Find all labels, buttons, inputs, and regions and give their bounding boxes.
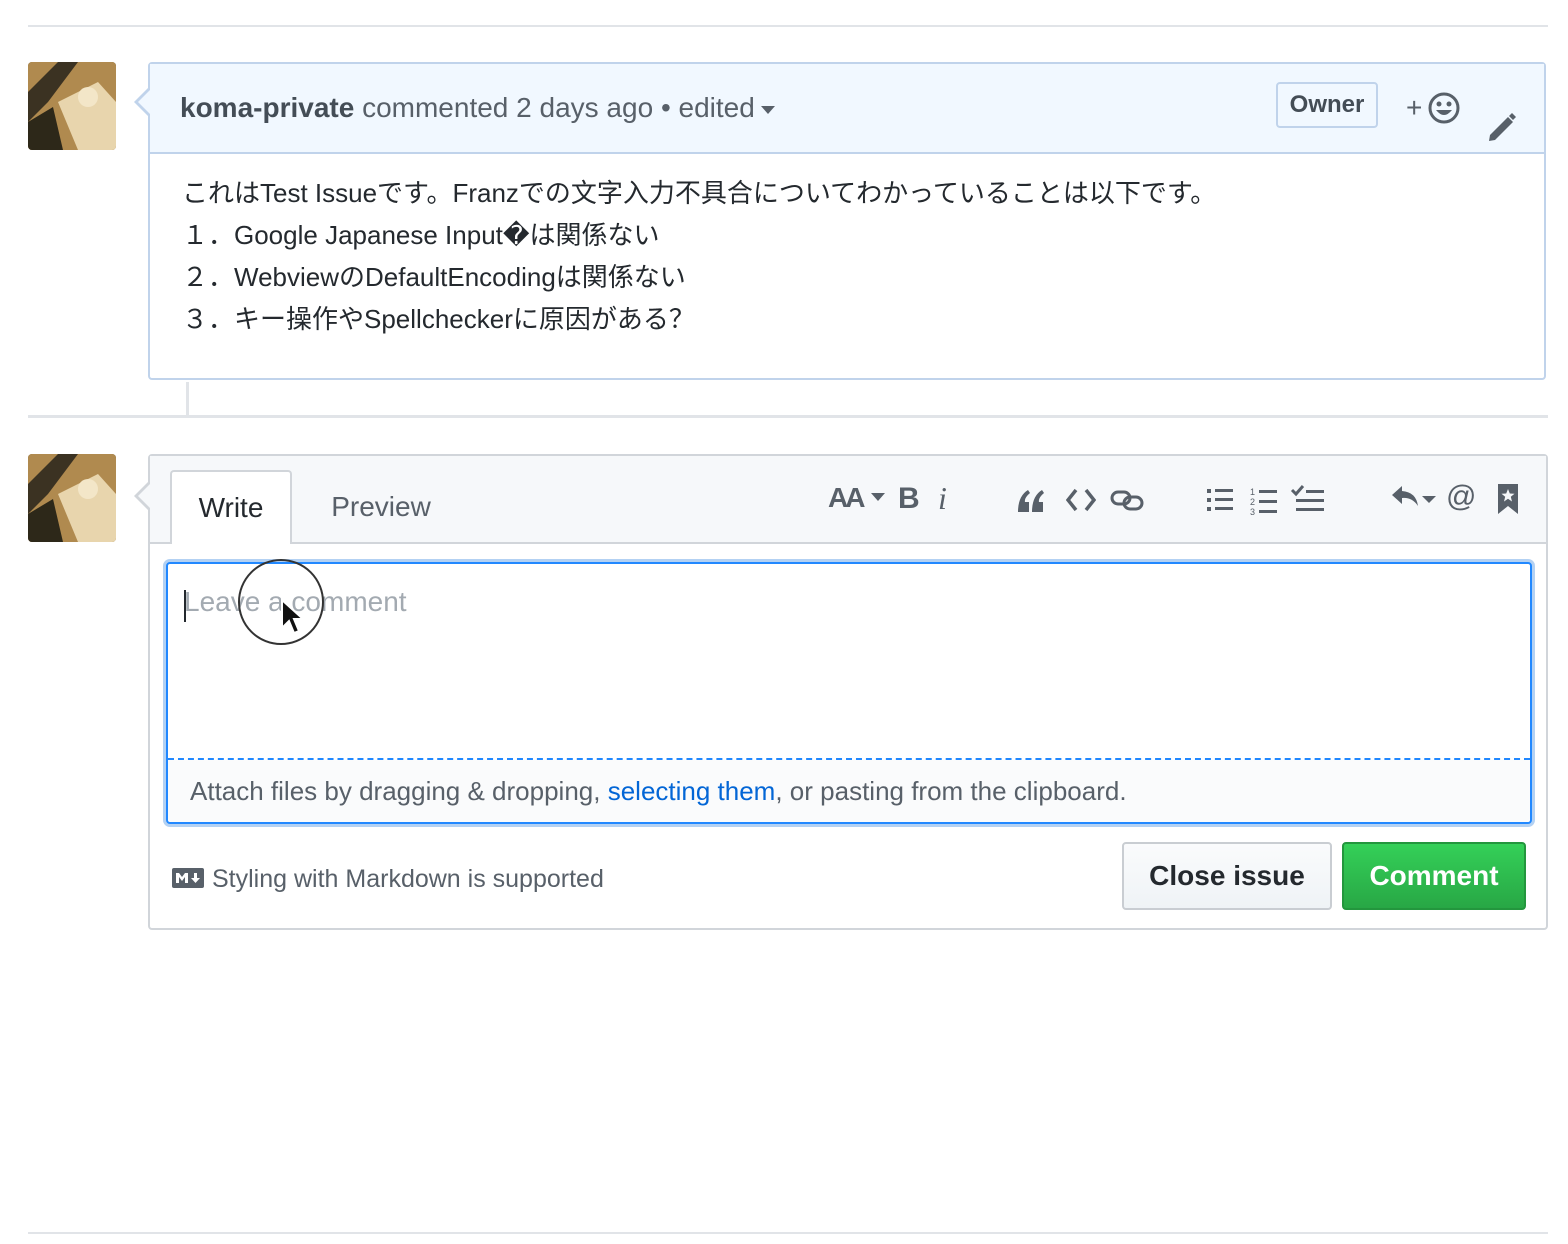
comment-line: これはTest Issueです。Franzでの文字入力不具合についてわかっている… bbox=[182, 178, 1217, 208]
heading-button[interactable]: AA bbox=[828, 482, 885, 522]
chevron-down-icon bbox=[760, 105, 775, 114]
task-list-button[interactable] bbox=[1290, 484, 1326, 524]
add-reaction-button[interactable]: + bbox=[1406, 90, 1462, 126]
tab-write[interactable]: Write bbox=[170, 470, 292, 544]
comment-line: ３．キー操作やSpellcheckerに原因がある？ bbox=[182, 304, 695, 334]
issue-comment: koma-private commented 2 days ago • edit… bbox=[134, 62, 1546, 380]
smiley-icon bbox=[1428, 92, 1460, 124]
top-divider bbox=[28, 25, 1548, 27]
unordered-list-icon bbox=[1207, 489, 1233, 511]
comment-time[interactable]: 2 days ago bbox=[516, 92, 653, 123]
svg-text:2: 2 bbox=[1250, 497, 1255, 507]
task-list-icon bbox=[1290, 485, 1324, 511]
link-icon bbox=[1110, 490, 1144, 511]
svg-text:3: 3 bbox=[1250, 507, 1255, 516]
mouse-pointer-icon bbox=[280, 597, 306, 641]
markdown-icon bbox=[172, 868, 204, 889]
mention-button[interactable]: @ bbox=[1446, 480, 1476, 520]
avatar-image bbox=[28, 454, 116, 542]
comment-textarea[interactable] bbox=[168, 564, 1530, 760]
quote-icon bbox=[1018, 490, 1044, 512]
svg-text:1: 1 bbox=[1250, 487, 1255, 497]
edit-comment-button[interactable] bbox=[1486, 90, 1516, 178]
markdown-note: Styling with Markdown is supported bbox=[212, 865, 604, 893]
comment-textarea-wrapper: Attach files by dragging & dropping, sel… bbox=[166, 562, 1532, 824]
pencil-icon bbox=[1489, 113, 1516, 141]
new-comment-form: Write Preview AA B i 1 2 3 @ Leave a com… bbox=[134, 454, 1548, 930]
edited-label: edited bbox=[678, 92, 755, 123]
code-button[interactable] bbox=[1066, 486, 1096, 526]
chevron-down-icon bbox=[870, 493, 885, 501]
comment-line: １．Google Japanese Input�は関係ない bbox=[182, 220, 660, 250]
bottom-divider bbox=[28, 1232, 1548, 1234]
saved-replies-button[interactable] bbox=[1496, 482, 1520, 522]
text-caret bbox=[184, 590, 186, 622]
reaction-plus: + bbox=[1406, 92, 1423, 123]
reply-icon bbox=[1392, 486, 1436, 506]
tab-preview[interactable]: Preview bbox=[326, 470, 436, 544]
edited-dropdown[interactable]: edited bbox=[679, 92, 775, 123]
ordered-list-button[interactable]: 1 2 3 bbox=[1250, 486, 1278, 526]
comment-button[interactable]: Comment bbox=[1342, 842, 1526, 910]
owner-badge: Owner bbox=[1276, 82, 1378, 128]
quote-button[interactable] bbox=[1016, 486, 1046, 526]
avatar[interactable] bbox=[28, 62, 116, 150]
code-icon bbox=[1066, 488, 1096, 512]
timeline-divider bbox=[28, 415, 1548, 418]
italic-button[interactable]: i bbox=[938, 480, 947, 520]
comment-separator: • bbox=[660, 92, 671, 123]
close-issue-button[interactable]: Close issue bbox=[1122, 842, 1332, 910]
comment-caret-inner bbox=[138, 90, 150, 114]
link-button[interactable] bbox=[1110, 486, 1144, 526]
file-attach-bar[interactable]: Attach files by dragging & dropping, sel… bbox=[168, 760, 1530, 822]
bold-button[interactable]: B bbox=[898, 482, 920, 522]
attach-text-prefix: Attach files by dragging & dropping, bbox=[190, 776, 608, 806]
comment-body: これはTest Issueです。Franzでの文字入力不具合についてわかっている… bbox=[150, 154, 1544, 358]
ordered-list-icon: 1 2 3 bbox=[1250, 487, 1277, 516]
comment-action: commented bbox=[362, 92, 509, 123]
reply-button[interactable] bbox=[1390, 482, 1438, 522]
bookmark-icon bbox=[1498, 484, 1518, 514]
editor-tabbar: Write Preview AA B i 1 2 3 @ bbox=[150, 456, 1546, 544]
timeline-connector bbox=[186, 382, 189, 416]
comment-header: koma-private commented 2 days ago • edit… bbox=[150, 64, 1544, 154]
attach-text-suffix: , or pasting from the clipboard. bbox=[775, 776, 1127, 806]
form-caret-inner bbox=[138, 484, 150, 508]
comment-author[interactable]: koma-private bbox=[180, 92, 354, 123]
heading-icon: AA bbox=[828, 482, 865, 513]
comment-line: ２．WebviewのDefaultEncodingは関係ない bbox=[182, 262, 686, 292]
avatar[interactable] bbox=[28, 454, 116, 542]
unordered-list-button[interactable] bbox=[1206, 486, 1234, 526]
markdown-help[interactable]: Styling with Markdown is supported bbox=[172, 862, 604, 896]
select-files-link[interactable]: selecting them bbox=[608, 776, 776, 806]
avatar-image bbox=[28, 62, 116, 150]
